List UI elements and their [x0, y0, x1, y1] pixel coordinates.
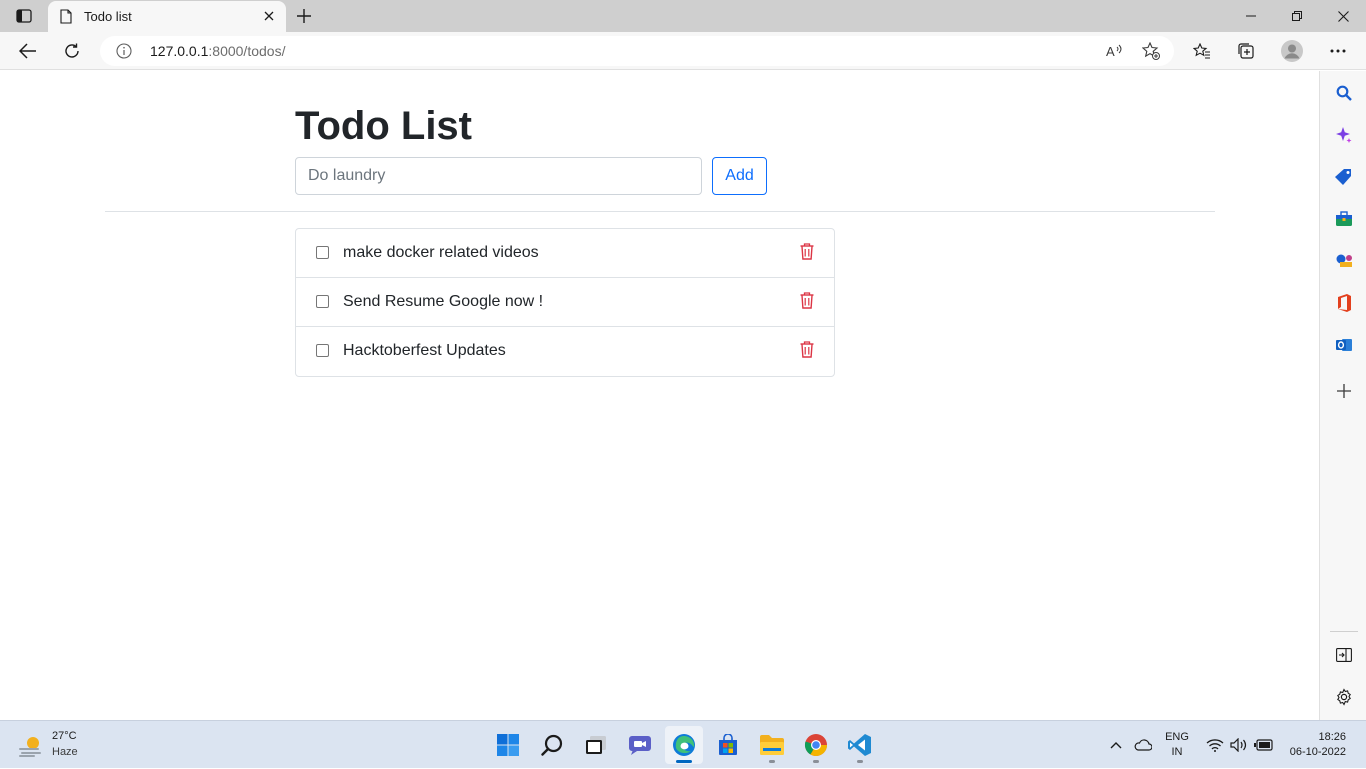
svg-text:A: A	[1106, 44, 1115, 59]
edge-sidebar	[1319, 71, 1366, 720]
add-favorite-icon[interactable]	[1139, 39, 1163, 63]
clock-date: 06-10-2022	[1289, 746, 1346, 758]
start-icon[interactable]	[489, 726, 527, 764]
page-icon	[60, 9, 72, 29]
running-indicator	[813, 760, 819, 763]
add-icon[interactable]	[1332, 379, 1356, 403]
restore-icon[interactable]	[1274, 0, 1320, 32]
running-indicator	[769, 760, 775, 763]
shopping-tag-icon[interactable]	[1332, 165, 1356, 189]
task-view-icon[interactable]	[577, 726, 615, 764]
todo-item: Hacktoberfest Updates	[296, 327, 834, 376]
edge-icon[interactable]	[665, 726, 703, 764]
weather-haze-icon	[18, 735, 44, 762]
add-button[interactable]: Add	[712, 157, 767, 195]
todo-input[interactable]	[295, 157, 702, 195]
todo-text: make docker related videos	[343, 244, 539, 261]
browser-toolbar: 127.0.0.1:8000/todos/ A	[0, 32, 1366, 70]
divider	[105, 211, 1215, 212]
todo-item: Send Resume Google now !	[296, 278, 834, 327]
back-icon[interactable]	[14, 37, 42, 65]
tab-close-icon[interactable]	[260, 7, 278, 25]
address-bar[interactable]: 127.0.0.1:8000/todos/ A	[100, 36, 1174, 66]
volume-icon[interactable]	[1230, 721, 1248, 769]
office-icon[interactable]	[1332, 291, 1356, 315]
clock-time: 18:26	[1318, 731, 1346, 743]
language-code: ENG	[1165, 731, 1189, 743]
read-aloud-icon[interactable]: A	[1103, 39, 1127, 63]
onedrive-icon[interactable]	[1134, 721, 1152, 769]
collections-icon[interactable]	[1232, 37, 1260, 65]
store-icon[interactable]	[709, 726, 747, 764]
chrome-icon[interactable]	[797, 726, 835, 764]
windows-taskbar: 27°C Haze ENG IN 18:26 06-10-2022	[0, 720, 1366, 768]
delete-trash-icon[interactable]	[798, 339, 816, 359]
todo-checkbox[interactable]	[316, 295, 329, 308]
copilot-icon[interactable]	[1332, 123, 1356, 147]
minimize-icon[interactable]	[1228, 0, 1274, 32]
tab-title: Todo list	[84, 9, 132, 24]
todo-list: make docker related videos Send Resume G…	[295, 228, 835, 377]
language-indicator[interactable]: ENG IN	[1163, 730, 1191, 760]
profile-avatar-icon[interactable]	[1278, 37, 1306, 65]
site-info-icon[interactable]	[116, 43, 132, 64]
url-host: 127.0.0.1	[150, 43, 209, 59]
sidebar-separator	[1330, 631, 1358, 632]
running-indicator	[857, 760, 863, 763]
todo-text: Hacktoberfest Updates	[343, 342, 506, 359]
weather-condition: Haze	[52, 746, 78, 758]
browser-tab[interactable]: Todo list	[48, 1, 286, 32]
close-window-icon[interactable]	[1320, 0, 1366, 32]
region-code: IN	[1171, 746, 1183, 758]
split-screen-icon[interactable]	[1332, 643, 1356, 667]
system-clock[interactable]: 18:26 06-10-2022	[1282, 730, 1346, 760]
delete-trash-icon[interactable]	[798, 241, 816, 261]
delete-trash-icon[interactable]	[798, 290, 816, 310]
page-content: Todo List Add make docker related videos…	[0, 71, 1319, 720]
wifi-icon[interactable]	[1206, 721, 1224, 769]
search-icon[interactable]	[533, 726, 571, 764]
weather-widget[interactable]: 27°C Haze	[16, 729, 96, 761]
outlook-icon[interactable]	[1332, 333, 1356, 357]
games-icon[interactable]	[1332, 249, 1356, 273]
active-indicator	[676, 760, 692, 763]
url-path: :8000/todos/	[208, 43, 286, 59]
weather-temp: 27°C	[52, 730, 77, 742]
file-explorer-icon[interactable]	[753, 726, 791, 764]
more-menu-icon[interactable]	[1324, 37, 1352, 65]
todo-checkbox[interactable]	[316, 246, 329, 259]
battery-icon[interactable]	[1254, 721, 1274, 769]
tab-actions-icon[interactable]	[12, 6, 36, 26]
search-icon[interactable]	[1332, 81, 1356, 105]
favorites-icon[interactable]	[1188, 37, 1216, 65]
browser-tab-bar: Todo list	[0, 0, 1366, 32]
todo-checkbox[interactable]	[316, 344, 329, 357]
new-tab-icon[interactable]	[293, 5, 315, 27]
todo-item: make docker related videos	[296, 229, 834, 278]
chat-icon[interactable]	[621, 726, 659, 764]
todo-text: Send Resume Google now !	[343, 293, 544, 310]
url-text[interactable]: 127.0.0.1:8000/todos/	[150, 43, 285, 59]
settings-icon[interactable]	[1332, 685, 1356, 709]
refresh-icon[interactable]	[58, 37, 86, 65]
vscode-icon[interactable]	[841, 726, 879, 764]
tools-icon[interactable]	[1332, 207, 1356, 231]
page-title: Todo List	[295, 104, 472, 148]
show-hidden-icons-icon[interactable]	[1110, 721, 1122, 769]
